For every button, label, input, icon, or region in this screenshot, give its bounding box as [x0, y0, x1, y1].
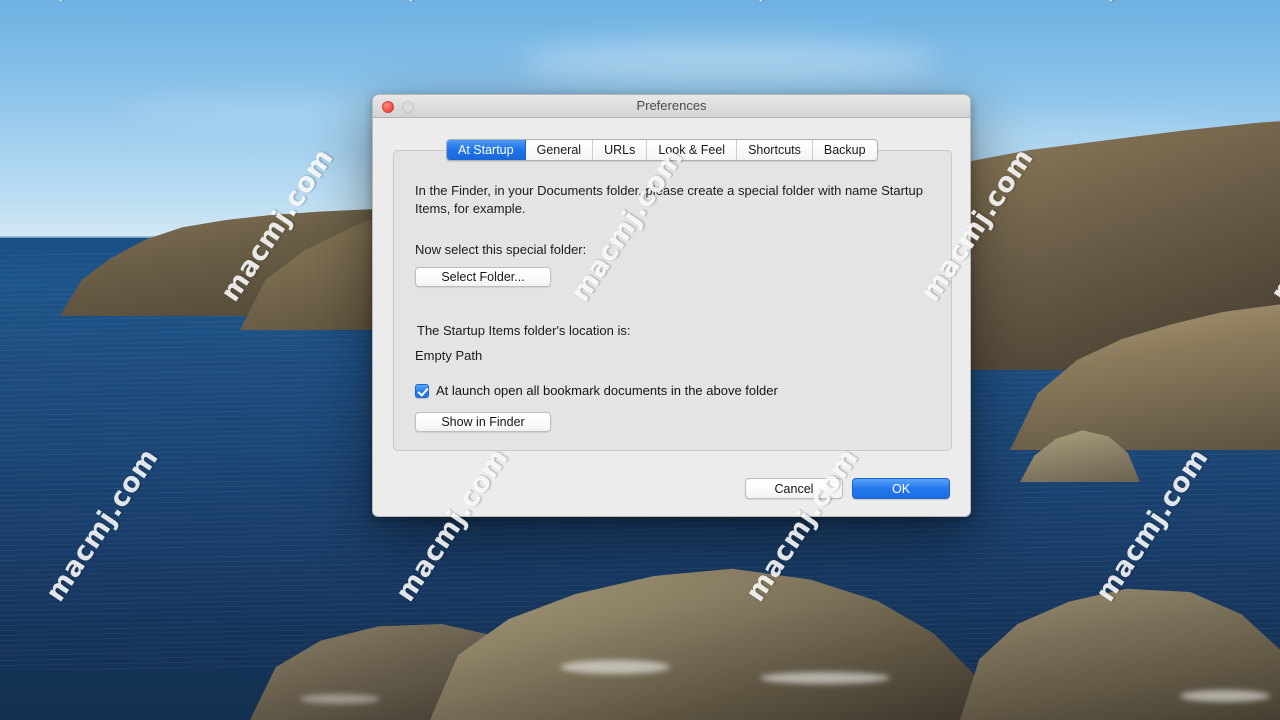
wallpaper-foam — [560, 660, 670, 674]
wallpaper-cloud — [520, 40, 940, 86]
at-startup-panel: In the Finder, in your Documents folder,… — [393, 150, 952, 451]
tab-backup[interactable]: Backup — [812, 140, 877, 160]
tab-at-startup[interactable]: At Startup — [447, 140, 526, 160]
ok-button[interactable]: OK — [852, 478, 950, 499]
wallpaper-foam — [760, 672, 890, 684]
preferences-window: Preferences In the Finder, in your Docum… — [372, 94, 971, 517]
cancel-button[interactable]: Cancel — [745, 478, 843, 499]
location-label: The Startup Items folder's location is: — [417, 323, 631, 338]
select-folder-label: Now select this special folder: — [415, 242, 587, 257]
wallpaper-foam — [300, 694, 380, 704]
intro-text: In the Finder, in your Documents folder,… — [415, 183, 923, 216]
tab-look-and-feel[interactable]: Look & Feel — [647, 140, 738, 160]
open-bookmarks-checkbox-row[interactable]: At launch open all bookmark documents in… — [415, 383, 778, 398]
folder-path-value: Empty Path — [415, 348, 483, 363]
tab-urls[interactable]: URLs — [593, 140, 648, 160]
tab-shortcuts[interactable]: Shortcuts — [737, 140, 813, 160]
preferences-tab-bar[interactable]: At Startup General URLs Look & Feel Shor… — [446, 139, 878, 161]
show-in-finder-button[interactable]: Show in Finder — [415, 412, 551, 432]
tab-general[interactable]: General — [525, 140, 594, 160]
select-folder-button[interactable]: Select Folder... — [415, 267, 551, 287]
wallpaper-foam — [1180, 690, 1270, 702]
checkbox-checked-icon[interactable] — [415, 383, 429, 398]
dialog-footer: Cancel OK — [745, 478, 950, 499]
window-titlebar[interactable]: Preferences — [373, 95, 970, 118]
open-bookmarks-checkbox-label: At launch open all bookmark documents in… — [436, 383, 778, 398]
window-title: Preferences — [636, 98, 707, 113]
